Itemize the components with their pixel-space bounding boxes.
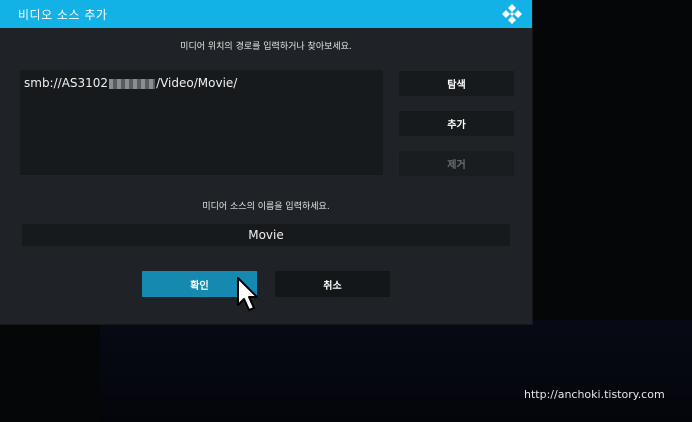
add-button[interactable]: 추가 (399, 111, 514, 136)
add-video-source-dialog: 비디오 소스 추가 미디어 위치의 경로를 입력하거나 찾아보세요. smb:/… (0, 0, 532, 324)
source-name-input[interactable]: Movie (22, 224, 510, 246)
kodi-logo-icon (502, 4, 522, 24)
background (100, 320, 692, 422)
mouse-pointer-icon (237, 277, 258, 311)
remove-button[interactable]: 제거 (399, 151, 514, 176)
redaction-mask (109, 78, 156, 89)
cancel-button[interactable]: 취소 (275, 271, 390, 297)
path-prefix: smb://AS3102 (24, 76, 109, 90)
watermark-url: http://anchoki.tistory.com (524, 388, 665, 401)
path-list-item[interactable]: smb://AS3102/Video/Movie/ (24, 76, 237, 90)
path-hint: 미디어 위치의 경로를 입력하거나 찾아보세요. (180, 42, 352, 52)
dialog-title: 비디오 소스 추가 (18, 8, 108, 22)
path-list[interactable]: smb://AS3102/Video/Movie/ (20, 70, 383, 175)
dialog-titlebar: 비디오 소스 추가 (0, 0, 532, 28)
name-hint: 미디어 소스의 이름을 입력하세요. (202, 202, 330, 212)
browse-button[interactable]: 탐색 (399, 71, 514, 96)
path-suffix: /Video/Movie/ (156, 76, 238, 90)
